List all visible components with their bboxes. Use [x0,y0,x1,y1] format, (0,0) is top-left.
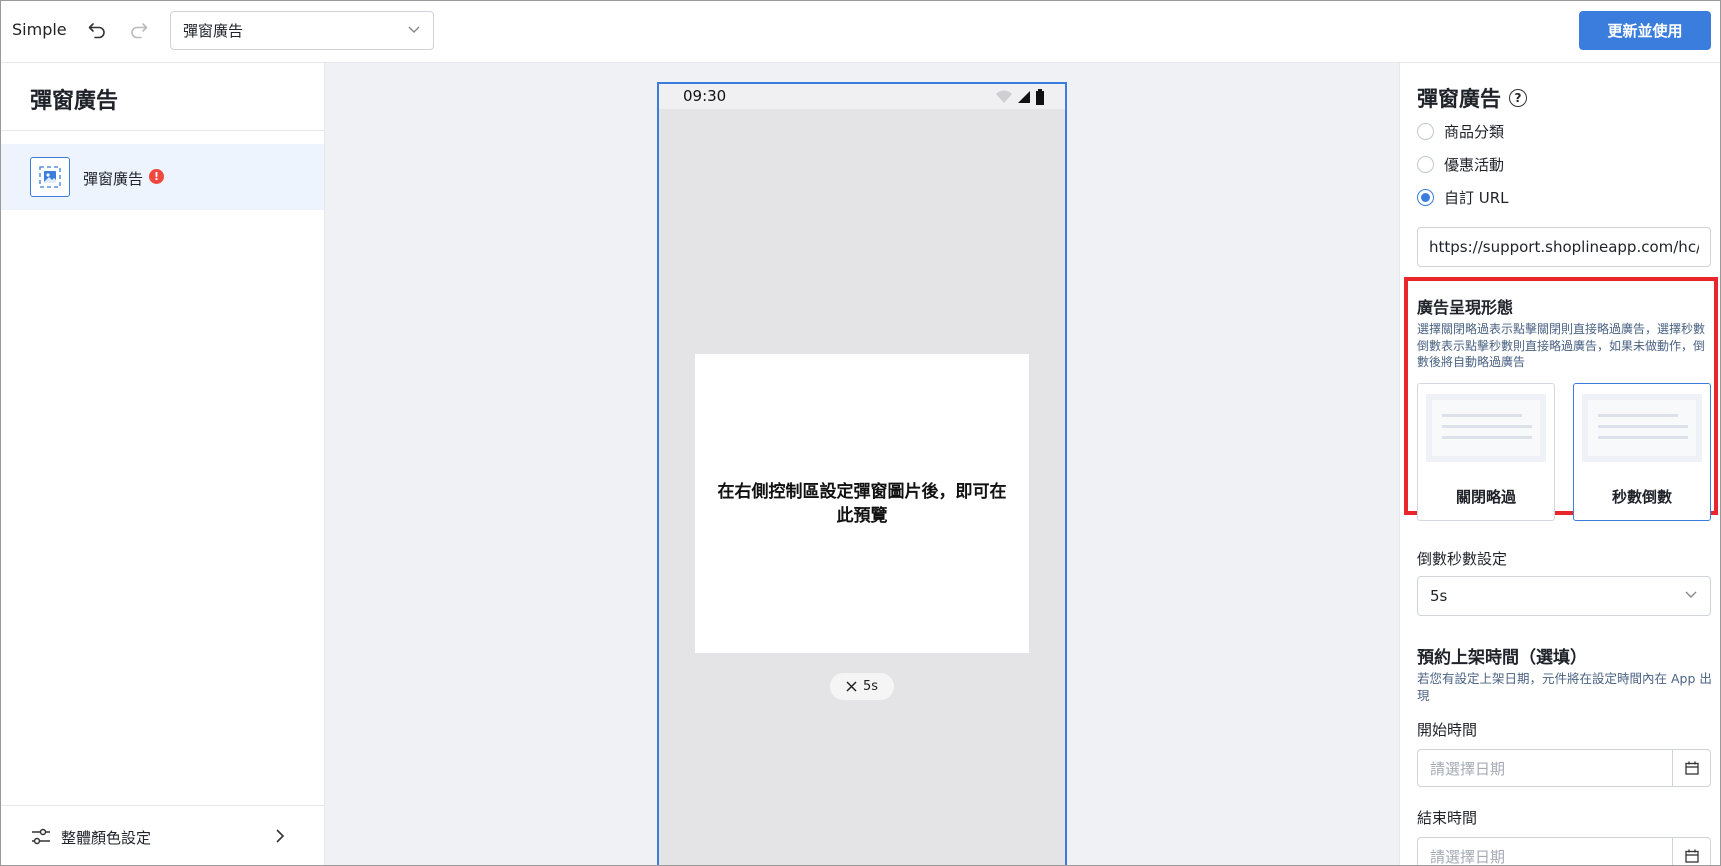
radio-label: 自訂 URL [1444,189,1509,207]
chevron-down-icon [407,22,421,40]
left-sidebar: 彈窗廣告 彈窗廣告 ! 整體顏色設定 [1,63,325,865]
sidebar-title: 彈窗廣告 [30,89,119,114]
popup-placeholder-text: 在右側控制區設定彈窗圖片後，即可在此預覽 [717,481,1007,526]
wifi-icon [996,90,1012,103]
preview-canvas: 09:30 在右側控制區設定彈窗圖片後，即可在此預覽 5s [325,63,1703,865]
error-icon: ! [149,169,164,184]
sliders-icon [30,826,52,848]
page-select-value: 彈窗廣告 [183,22,244,40]
phone-preview[interactable]: 09:30 在右側控制區設定彈窗圖片後，即可在此預覽 5s [657,82,1067,865]
countdown-seconds-select[interactable]: 5s [1417,576,1711,616]
ad-style-title: 廣告呈現形態 [1417,298,1514,317]
phone-status-bar: 09:30 [659,84,1065,109]
radio-button[interactable] [1417,123,1434,140]
style-thumbnail [1426,394,1546,462]
help-icon[interactable]: ? [1509,89,1527,107]
update-and-use-button[interactable]: 更新並使用 [1579,11,1711,50]
style-thumbnail [1582,394,1702,462]
calendar-icon[interactable] [1672,838,1710,865]
start-date-input[interactable]: 請選擇日期 [1417,749,1711,787]
undo-icon[interactable] [85,18,109,42]
style-option-label: 秒數倒數 [1611,488,1672,506]
radio-promotion[interactable]: 優惠活動 [1417,154,1504,175]
countdown-label: 5s [862,679,879,694]
app-name: Simple [12,20,67,39]
status-icons [995,89,1045,105]
radio-label: 優惠活動 [1444,156,1505,174]
close-icon [846,681,857,692]
calendar-icon[interactable] [1672,750,1710,786]
style-option-label: 關閉略過 [1455,488,1516,506]
signal-icon [1018,91,1030,103]
end-date-placeholder: 請選擇日期 [1430,847,1506,866]
panel-title-text: 彈窗廣告 [1417,87,1501,111]
radio-custom-url[interactable]: 自訂 URL [1417,187,1509,208]
radio-button-checked[interactable] [1417,189,1434,206]
countdown-seconds-value: 5s [1430,587,1448,605]
countdown-seconds-label: 倒數秒數設定 [1417,550,1508,568]
color-settings-label: 整體顏色設定 [61,829,152,847]
end-date-input[interactable]: 請選擇日期 [1417,837,1711,866]
panel-title: 彈窗廣告 ? [1417,83,1527,113]
radio-product-category[interactable]: 商品分類 [1417,121,1504,142]
page-select[interactable]: 彈窗廣告 [170,11,434,50]
divider [1,130,324,131]
schedule-description: 若您有設定上架日期，元件將在設定時間內在 App 出現 [1417,671,1712,703]
chevron-right-icon [270,826,290,846]
radio-label: 商品分類 [1444,123,1505,141]
sidebar-item-popup-ad[interactable]: 彈窗廣告 ! [1,144,324,210]
start-time-label: 開始時間 [1417,721,1478,739]
chevron-down-icon [1684,587,1698,605]
image-icon [30,157,70,197]
battery-icon [1036,89,1044,105]
start-date-placeholder: 請選擇日期 [1430,759,1506,778]
app-window: Simple 彈窗廣告 更新並使用 彈窗廣告 彈窗廣告 ! 整體顏色設定 09:… [0,0,1721,866]
status-time: 09:30 [683,87,727,105]
style-option-countdown[interactable]: 秒數倒數 [1573,383,1711,521]
top-bar: Simple 彈窗廣告 更新並使用 [1,1,1720,63]
ad-style-description: 選擇關閉略過表示點擊關閉則直接略過廣告，選擇秒數倒數表示點擊秒數則直接略過廣告，… [1417,322,1706,369]
redo-icon[interactable] [127,18,151,42]
popup-ad-preview: 在右側控制區設定彈窗圖片後，即可在此預覽 [695,354,1029,653]
style-option-close-skip[interactable]: 關閉略過 [1417,383,1555,521]
color-settings-row[interactable]: 整體顏色設定 [1,805,324,865]
radio-button[interactable] [1417,156,1434,173]
sidebar-item-label: 彈窗廣告 [83,170,144,188]
right-control-panel: 彈窗廣告 ? 商品分類 優惠活動 自訂 URL 廣告呈現形態 選擇關閉略過表示點… [1399,63,1720,866]
countdown-close-button[interactable]: 5s [830,673,894,700]
url-input[interactable] [1417,227,1711,267]
schedule-title: 預約上架時間（選填） [1417,648,1587,668]
end-time-label: 結束時間 [1417,809,1478,827]
